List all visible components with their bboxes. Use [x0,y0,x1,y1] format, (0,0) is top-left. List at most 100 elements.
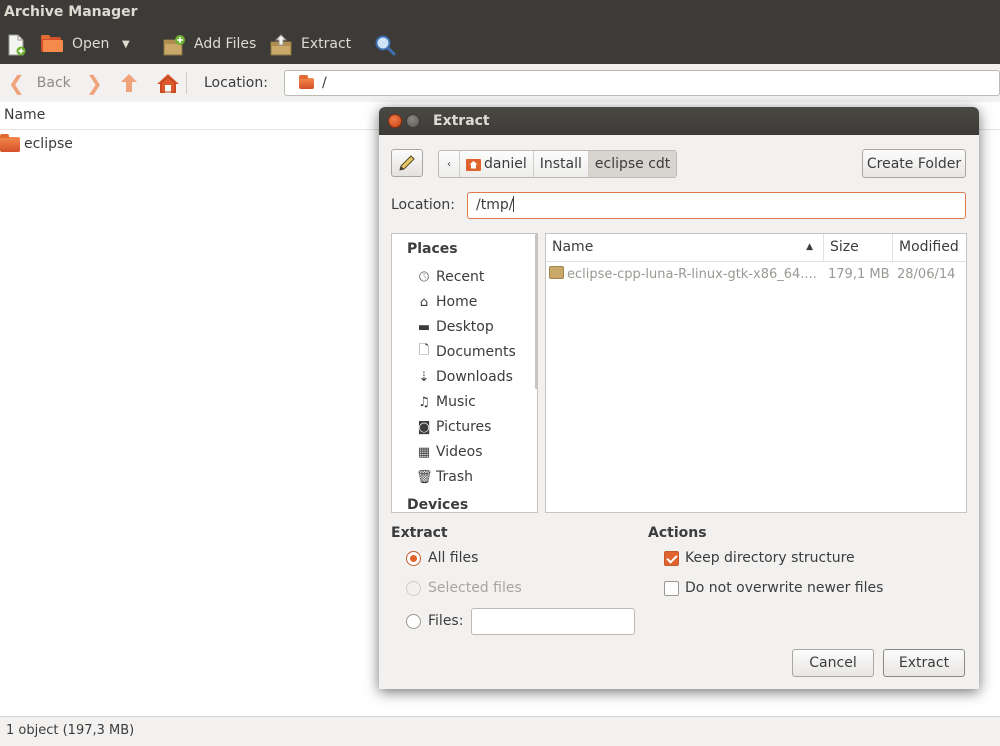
add-files-label: Add Files [194,36,257,52]
breadcrumb-left-scroll[interactable]: ‹ [439,151,459,177]
sidebar-item-downloads[interactable]: ⇣ Downloads [416,366,513,388]
main-toolbar: Open ▼ Add Files Extract [0,24,1000,64]
desktop-folder-icon: ▬ [417,319,431,335]
places-sidebar: Places 🕓︎ Recent ⌂ Home ▬ Desktop 🗋︎ Documen… [391,233,538,513]
sidebar-item-label: Recent [436,269,485,285]
sidebar-scrollbar[interactable] [535,234,537,389]
list-item-name: eclipse [24,136,73,152]
extract-toolbar-button[interactable]: Extract [269,24,351,64]
column-header-size[interactable]: Size [824,234,893,261]
sidebar-item-label: Music [436,394,476,410]
up-button[interactable] [118,64,140,102]
dropdown-arrow-icon: ▼ [122,38,130,50]
forward-button[interactable]: ❯ [86,64,103,102]
trash-icon: 🗑︎ [416,469,433,485]
keep-structure-checkbox[interactable] [664,551,679,566]
column-header-name[interactable]: Name ▲ [546,234,824,261]
breadcrumb-install[interactable]: Install [532,151,588,177]
sidebar-item-label: Pictures [436,419,492,435]
devices-header: Devices [407,497,469,513]
column-modified-label: Modified [899,239,959,255]
keep-structure-label[interactable]: Keep directory structure [685,550,855,566]
sidebar-item-label: Desktop [436,319,494,335]
pencil-icon [399,155,415,171]
files-pattern-label[interactable]: Files: [428,613,463,629]
extract-button-label: Extract [898,655,950,671]
sidebar-item-documents[interactable]: 🗋︎ Documents [416,341,516,363]
text-cursor [513,196,515,212]
file-list: Name ▲ Size Modified eclipse-cpp-luna-R-… [545,233,967,513]
sidebar-item-label: Videos [436,444,483,460]
status-bar: 1 object (197,3 MB) [0,716,1000,746]
film-icon: ▦ [417,444,431,460]
breadcrumb-daniel[interactable]: daniel [459,151,533,177]
places-header: Places [407,241,458,257]
forward-arrow-icon: ❯ [86,71,103,95]
open-dropdown-button[interactable]: ▼ [122,24,130,64]
home-button[interactable] [156,64,180,102]
chevron-left-icon: ‹ [447,158,451,170]
files-pattern-input[interactable] [471,608,635,635]
extract-section-title: Extract [391,525,448,541]
open-button[interactable]: Open [40,24,109,64]
close-icon[interactable] [388,114,402,128]
no-overwrite-label[interactable]: Do not overwrite newer files [685,580,883,596]
create-folder-label: Create Folder [866,155,962,172]
column-size-label: Size [830,239,859,255]
selected-files-radio [406,581,421,596]
no-overwrite-checkbox[interactable] [664,581,679,596]
cancel-button[interactable]: Cancel [792,649,874,677]
files-pattern-radio[interactable] [406,614,421,629]
column-name-header: Name [4,107,46,123]
maximize-icon[interactable] [406,114,420,128]
window-title: Archive Manager [4,4,138,20]
sort-ascending-icon: ▲ [806,242,813,252]
breadcrumb-eclipse-cdt[interactable]: eclipse cdt [587,151,677,177]
all-files-radio[interactable] [406,551,421,566]
home-folder-icon [466,159,481,171]
music-icon: ♫ [418,394,430,410]
sidebar-item-label: Trash [436,469,473,485]
home-icon: ⌂ [419,294,429,310]
location-input[interactable]: /tmp/ [467,192,966,219]
extract-icon [269,34,292,56]
sidebar-item-desktop[interactable]: ▬ Desktop [416,316,494,338]
back-button[interactable]: ❮ Back [8,64,71,102]
add-files-button[interactable]: Add Files [162,24,256,64]
sidebar-item-trash[interactable]: 🗑︎ Trash [416,466,473,488]
sidebar-item-label: Downloads [436,369,513,385]
up-arrow-icon [121,74,137,92]
file-row[interactable]: eclipse-cpp-luna-R-linux-gtk-x86_64.... … [546,262,966,286]
archive-file-icon [549,266,564,279]
sidebar-item-videos[interactable]: ▦ Videos [416,441,483,463]
new-archive-icon [6,34,26,56]
breadcrumb-label: daniel [484,156,527,172]
sidebar-item-recent[interactable]: 🕓︎ Recent [416,266,485,288]
actions-section-title: Actions [648,525,707,541]
add-files-icon [162,34,185,56]
new-archive-button[interactable] [6,24,26,64]
extract-dialog: Extract ‹ daniel Install eclipse cdt Cre… [379,107,979,689]
sidebar-item-label: Documents [436,344,516,360]
download-icon: ⇣ [418,369,430,385]
column-header-modified[interactable]: Modified [893,234,966,261]
navigation-bar: ❮ Back ❯ Location: / [0,64,1000,103]
back-label: Back [36,75,71,91]
sidebar-item-pictures[interactable]: ◙ Pictures [416,416,492,438]
folder-icon [0,133,20,152]
list-item[interactable]: eclipse [0,133,73,155]
extract-button[interactable]: Extract [883,649,965,677]
create-folder-button[interactable]: Create Folder [862,149,966,178]
breadcrumb-label: eclipse cdt [594,156,671,172]
breadcrumb-label: Install [539,156,582,172]
archive-location-field[interactable]: / [284,70,1000,96]
sidebar-item-home[interactable]: ⌂ Home [416,291,477,313]
type-location-button[interactable] [391,149,423,177]
search-button[interactable] [374,24,396,64]
location-label: Location: [204,75,268,91]
open-icon [40,34,63,54]
dialog-location-label: Location: [391,197,455,213]
all-files-label[interactable]: All files [428,550,478,566]
back-arrow-icon: ❮ [8,71,25,95]
sidebar-item-music[interactable]: ♫ Music [416,391,476,413]
